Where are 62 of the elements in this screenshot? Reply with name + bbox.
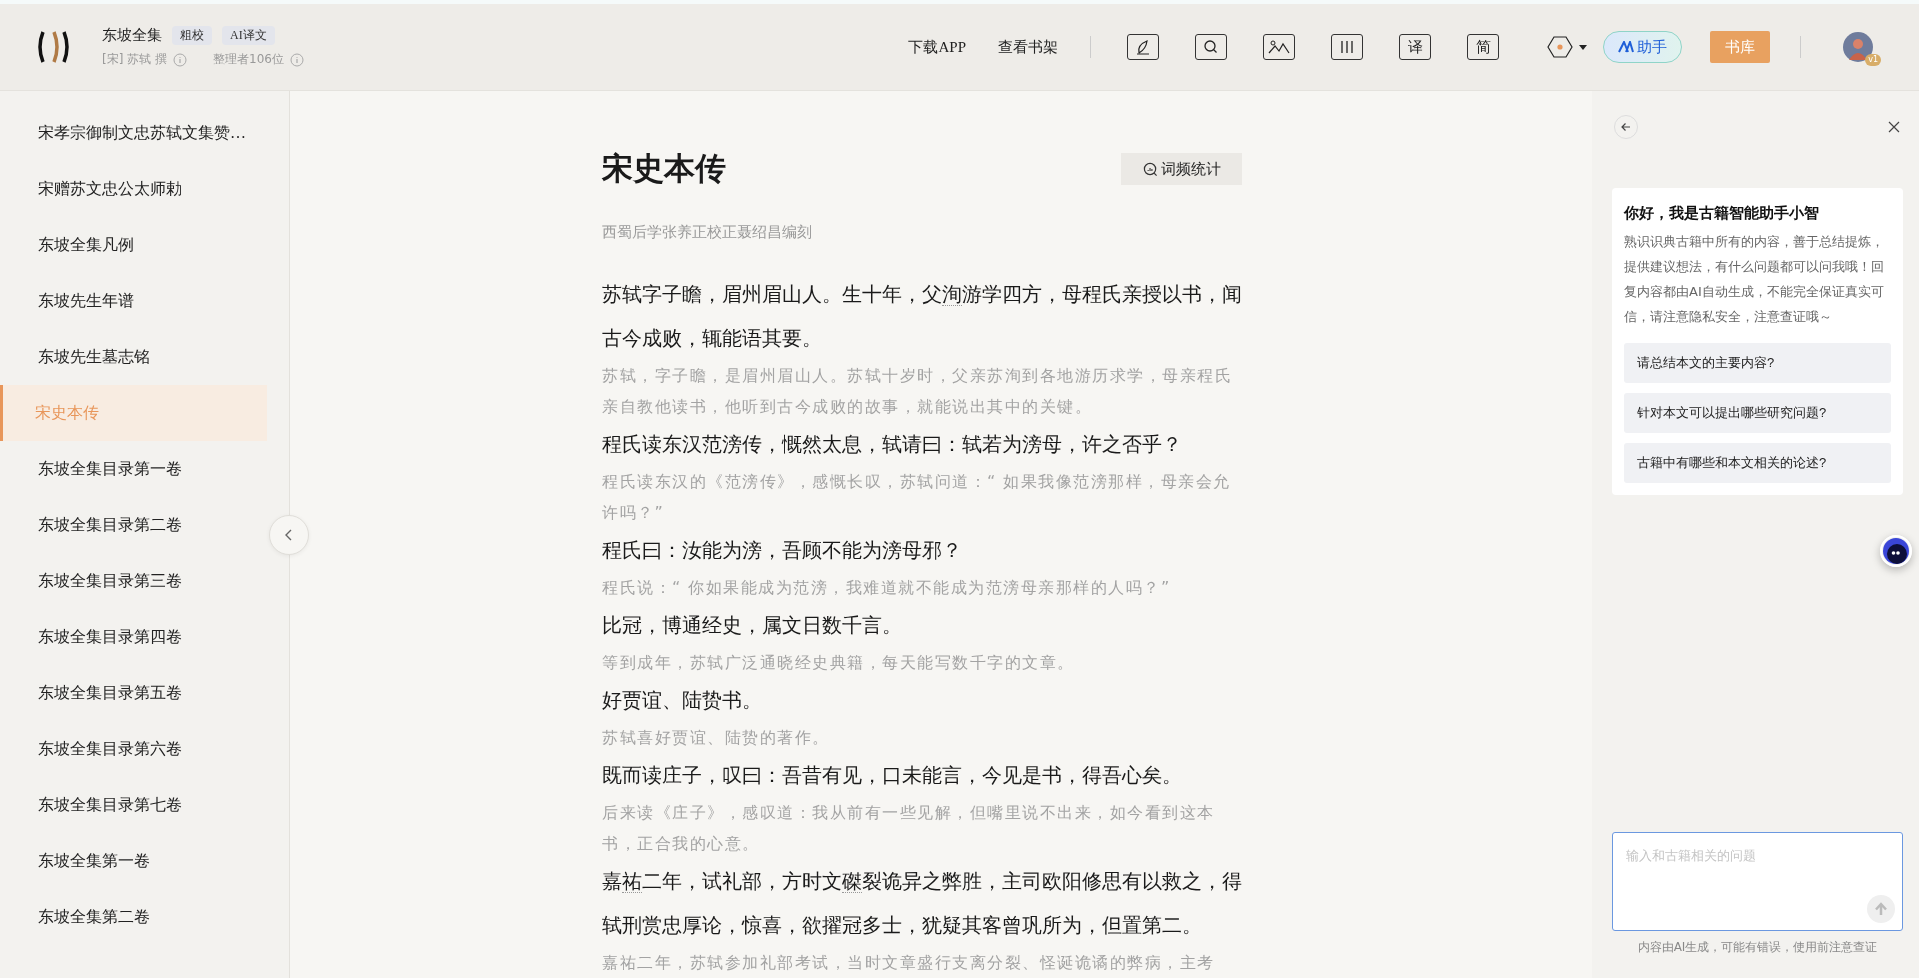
theme-dropdown[interactable] [1545,36,1589,58]
greeting-text: 熟识识典古籍中所有的内容，善于总结提炼，提供建议想法，有什么问题都可以问我哦！回复内容都由AI自动生成，不能完全保证真实可信，请注意隐私安全，注意查证哦～ [1624,233,1885,326]
chapter-item[interactable]: 东坡全集目录第二卷 [0,497,267,553]
chapter-item[interactable]: 宋赠苏文忠公太师勅 [0,161,267,217]
translation-text: 程氏说：“ 你如果能成为范滂，我难道就不能成为范滂母亲那样的人吗？” [602,577,1172,599]
tool-button[interactable]: 译 [1399,34,1431,60]
chevron-left-icon [284,528,294,542]
suggested-question[interactable]: 针对本文可以提出哪些研究问题? [1624,393,1891,433]
original-text: 既而读庄子，叹曰：吾昔有见，口未能言，今见是书，得吾心矣。 [602,763,1183,788]
chapter-item[interactable]: 东坡全集目录第五卷 [0,665,267,721]
hexagon-icon [1545,36,1589,58]
robot-icon[interactable] [1880,535,1912,567]
assistant-button[interactable]: 助手 [1603,31,1682,63]
author-text: [宋] 苏轼 撰 [102,51,167,68]
pen-tool-button[interactable] [1127,34,1159,60]
search-button[interactable] [1195,34,1227,60]
columns-button[interactable] [1331,34,1363,60]
original-text: 程氏曰：汝能为滂，吾顾不能为滂母邪？ [602,538,963,563]
image-button[interactable] [1263,34,1295,60]
chapter-item[interactable]: 东坡全集目录第一卷 [0,441,267,497]
suggested-question[interactable]: 古籍中有哪些和本文相关的论述? [1624,443,1891,483]
chapter-item[interactable]: 东坡先生年谱 [0,273,267,329]
tool-button[interactable]: 简 [1467,34,1499,60]
translation-text: 程氏读东汉的《范滂传》，感慨长叹，苏轼问道：“ 如果我像范滂那样，母亲会允许吗？” [602,471,1232,524]
status-tag: AI译文 [222,26,275,45]
level-badge: v1 [1865,54,1881,66]
nav-link[interactable]: 下载APP [908,37,966,57]
chapter-item[interactable]: 东坡全集第一卷 [0,833,267,889]
chart-search-icon [1142,161,1158,177]
translation-text: 等到成年，苏轼广泛通晓经史典籍，每天能写数千字的文章。 [602,652,1076,674]
status-tag: 粗校 [172,26,212,45]
word-frequency-button[interactable]: 词频统计 [1121,153,1242,185]
arrow-left-icon [1620,121,1632,133]
translation-text: 后来读《庄子》，感叹道：我从前有一些见解，但嘴里说不出来，如今看到这本书，正合我的心意。 [602,802,1216,855]
translation-text: 苏轼，字子瞻，是眉州眉山人。苏轼十岁时，父亲苏洵到各地游历求学，母亲程氏亲自教他读书，他听到古今成败的故事，就能说出其中的关键。 [602,365,1233,418]
suggested-question[interactable]: 请总结本文的主要内容? [1624,343,1891,383]
ai-disclaimer: 内容由AI生成，可能有错误，使用前注意查证 [1636,939,1879,956]
original-text: 苏轼字子瞻，眉州眉山人。生十年，父洵游学四方，母程氏亲授以书，闻古今成败，辄能语其要。 [602,282,1243,351]
chapter-title: 宋史本传 [602,150,726,188]
nav-link[interactable]: 查看书架 [998,37,1058,57]
chapter-item[interactable]: 东坡先生墓志铭 [0,329,267,385]
chapter-item[interactable]: 东坡全集第二卷 [0,889,267,945]
arrow-up-icon [1873,901,1889,917]
editor-credit: 西蜀后学张养正校正聂绍昌编刻 [602,223,813,242]
original-text: 程氏读东汉范滂传，慨然太息，轼请曰：轼若为滂母，许之否乎？ [602,432,1183,457]
translation-text: 嘉祐二年，苏轼参加礼部考试，当时文章盛行支离分裂、怪诞诡谲的弊病，主考 [602,952,1216,974]
original-text: 比冠，博通经史，属文日数千言。 [602,613,903,638]
editors-count: 整理者106位 [213,51,284,68]
chapter-item[interactable]: 东坡全集目录第四卷 [0,609,267,665]
close-icon[interactable] [1888,121,1900,133]
image-icon [1268,39,1290,55]
chapter-item[interactable]: 东坡全集目录第七卷 [0,777,267,833]
chapter-item[interactable]: 东坡全集目录第三卷 [0,553,267,609]
greeting-title: 你好，我是古籍智能助手小智 [1624,203,1820,224]
book-title: 东坡全集 [102,26,162,45]
original-text: 好贾谊、陆贽书。 [602,688,763,713]
ai-logo-icon [1618,41,1634,53]
chapter-item[interactable]: 东坡全集目录第六卷 [0,721,267,777]
original-text: 嘉祐二年，试礼部，方时文磔裂诡异之弊胜，主司欧阳修思有以救之，得轼刑赏忠厚论，惊喜，欲擢冠多士，犹疑其客曾巩所为，但置第二。 [602,869,1243,938]
chapter-item[interactable]: 宋孝宗御制文忠苏轼文集赞… [0,105,267,161]
translation-text: 苏轼喜好贾谊、陆贽的著作。 [602,727,831,749]
chapter-item[interactable]: 东坡全集凡例 [0,217,267,273]
